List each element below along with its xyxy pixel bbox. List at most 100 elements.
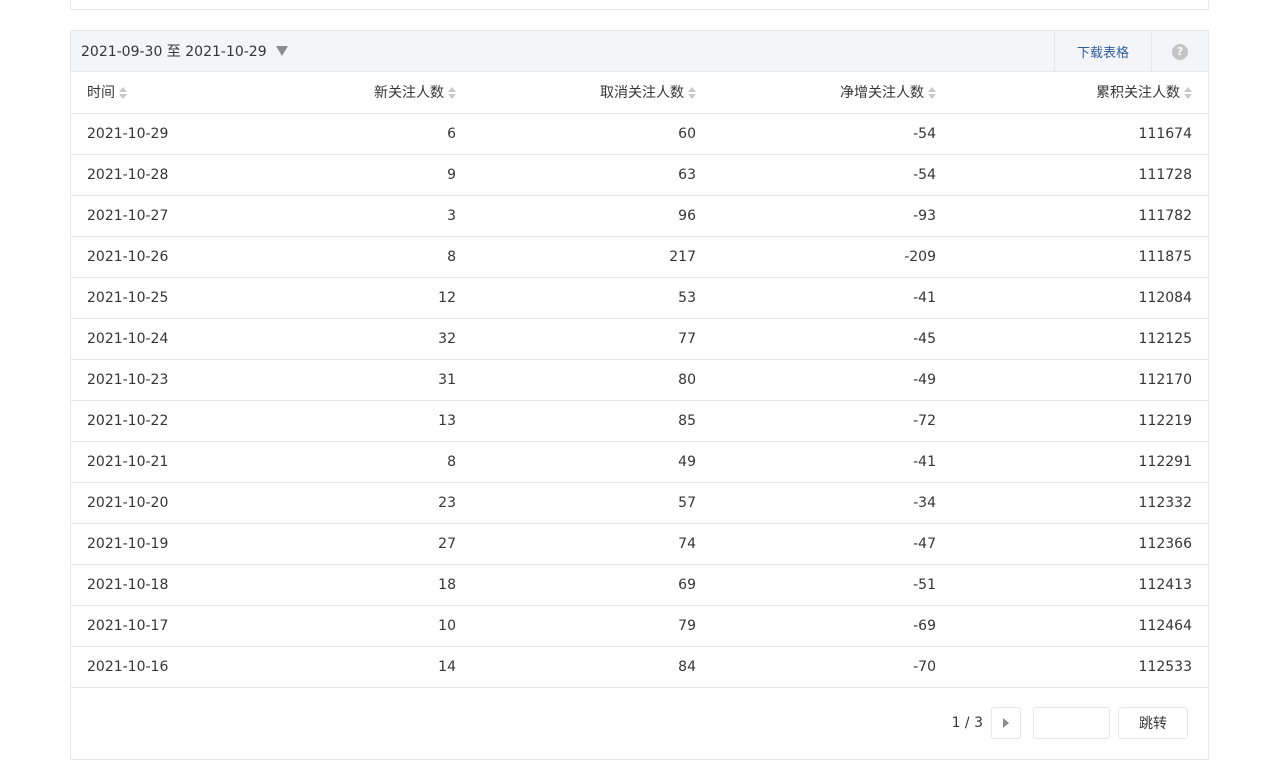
cell-time: 2021-10-21 [71, 441, 232, 483]
caret-right-icon [1003, 718, 1009, 728]
cell-new-followers: 6 [232, 113, 472, 155]
cell-time: 2021-10-17 [71, 605, 232, 647]
cell-new-followers: 27 [232, 523, 472, 565]
column-header-total-followers[interactable]: 累积关注人数 [952, 72, 1208, 114]
data-table-panel: 2021-09-30 至 2021-10-29 下载表格 ? 时间 新关注人数 取消… [70, 30, 1209, 760]
cell-unfollowers: 96 [472, 195, 712, 237]
table-row: 2021-10-29 6 60 -54 111674 [71, 113, 1208, 155]
table-row: 2021-10-18 18 69 -51 112413 [71, 564, 1208, 606]
sort-icon[interactable] [448, 87, 456, 100]
cell-net-followers: -72 [712, 400, 952, 442]
column-header-label: 净增关注人数 [840, 85, 924, 102]
cell-new-followers: 8 [232, 441, 472, 483]
column-header-label: 新关注人数 [374, 85, 444, 102]
cell-unfollowers: 74 [472, 523, 712, 565]
cell-time: 2021-10-29 [71, 113, 232, 155]
cell-unfollowers: 63 [472, 154, 712, 196]
cell-total-followers: 112366 [952, 523, 1208, 565]
cell-new-followers: 32 [232, 318, 472, 360]
table-row: 2021-10-20 23 57 -34 112332 [71, 482, 1208, 524]
cell-total-followers: 112533 [952, 646, 1208, 688]
cell-time: 2021-10-23 [71, 359, 232, 401]
sort-icon[interactable] [928, 87, 936, 100]
table-row: 2021-10-27 3 96 -93 111782 [71, 195, 1208, 237]
cell-unfollowers: 60 [472, 113, 712, 155]
cell-net-followers: -41 [712, 441, 952, 483]
data-table: 时间 新关注人数 取消关注人数 净增关注人数 累积关注人数 2021-10-29 6 60-… [71, 72, 1208, 688]
cell-unfollowers: 53 [472, 277, 712, 319]
column-header-new-followers[interactable]: 新关注人数 [232, 72, 472, 114]
cell-net-followers: -69 [712, 605, 952, 647]
cell-net-followers: -47 [712, 523, 952, 565]
jump-button[interactable]: 跳转 [1118, 707, 1188, 739]
cell-unfollowers: 49 [472, 441, 712, 483]
cell-time: 2021-10-25 [71, 277, 232, 319]
cell-unfollowers: 84 [472, 646, 712, 688]
cell-total-followers: 111728 [952, 154, 1208, 196]
table-row: 2021-10-22 13 85 -72 112219 [71, 400, 1208, 442]
sort-icon[interactable] [1184, 87, 1192, 100]
cell-net-followers: -70 [712, 646, 952, 688]
cell-time: 2021-10-18 [71, 564, 232, 606]
download-table-button[interactable]: 下载表格 [1054, 31, 1152, 71]
cell-new-followers: 3 [232, 195, 472, 237]
cell-total-followers: 112332 [952, 482, 1208, 524]
cell-new-followers: 12 [232, 277, 472, 319]
cell-time: 2021-10-26 [71, 236, 232, 278]
cell-net-followers: -209 [712, 236, 952, 278]
cell-unfollowers: 69 [472, 564, 712, 606]
cell-net-followers: -34 [712, 482, 952, 524]
column-header-time[interactable]: 时间 [71, 72, 232, 114]
cell-new-followers: 14 [232, 646, 472, 688]
cell-new-followers: 31 [232, 359, 472, 401]
column-header-unfollowers[interactable]: 取消关注人数 [472, 72, 712, 114]
table-row: 2021-10-25 12 53 -41 112084 [71, 277, 1208, 319]
cell-time: 2021-10-27 [71, 195, 232, 237]
cell-new-followers: 18 [232, 564, 472, 606]
cell-total-followers: 112125 [952, 318, 1208, 360]
cell-total-followers: 111782 [952, 195, 1208, 237]
table-row: 2021-10-28 9 63 -54 111728 [71, 154, 1208, 196]
column-header-net-followers[interactable]: 净增关注人数 [712, 72, 952, 114]
cell-time: 2021-10-16 [71, 646, 232, 688]
next-page-button[interactable] [991, 707, 1021, 739]
column-header-label: 时间 [87, 85, 115, 102]
cell-unfollowers: 79 [472, 605, 712, 647]
cell-net-followers: -54 [712, 154, 952, 196]
column-header-label: 累积关注人数 [1096, 85, 1180, 102]
column-header-label: 取消关注人数 [600, 85, 684, 102]
cell-total-followers: 112291 [952, 441, 1208, 483]
table-toolbar: 2021-09-30 至 2021-10-29 下载表格 ? [71, 31, 1208, 72]
cell-new-followers: 9 [232, 154, 472, 196]
table-row: 2021-10-23 31 80 -49 112170 [71, 359, 1208, 401]
cell-net-followers: -49 [712, 359, 952, 401]
caret-down-icon [275, 46, 288, 56]
sort-icon[interactable] [688, 87, 696, 100]
cell-time: 2021-10-20 [71, 482, 232, 524]
previous-panel [70, 0, 1209, 10]
cell-time: 2021-10-19 [71, 523, 232, 565]
cell-net-followers: -45 [712, 318, 952, 360]
cell-net-followers: -93 [712, 195, 952, 237]
cell-time: 2021-10-24 [71, 318, 232, 360]
cell-net-followers: -51 [712, 564, 952, 606]
cell-total-followers: 112170 [952, 359, 1208, 401]
date-range-picker[interactable]: 2021-09-30 至 2021-10-29 [71, 41, 288, 61]
table-row: 2021-10-24 32 77 -45 112125 [71, 318, 1208, 360]
table-row: 2021-10-21 8 49 -41 112291 [71, 441, 1208, 483]
pagination: 1 / 3 跳转 [952, 707, 1188, 739]
cell-total-followers: 111875 [952, 236, 1208, 278]
cell-net-followers: -54 [712, 113, 952, 155]
cell-total-followers: 112219 [952, 400, 1208, 442]
sort-icon[interactable] [119, 87, 127, 100]
cell-new-followers: 10 [232, 605, 472, 647]
table-row: 2021-10-16 14 84 -70 112533 [71, 646, 1208, 688]
cell-new-followers: 23 [232, 482, 472, 524]
page-jump-input[interactable] [1033, 707, 1110, 739]
help-icon[interactable]: ? [1172, 44, 1188, 60]
cell-total-followers: 112413 [952, 564, 1208, 606]
cell-new-followers: 8 [232, 236, 472, 278]
table-header-row: 时间 新关注人数 取消关注人数 净增关注人数 累积关注人数 [71, 72, 1208, 114]
cell-unfollowers: 217 [472, 236, 712, 278]
cell-unfollowers: 85 [472, 400, 712, 442]
